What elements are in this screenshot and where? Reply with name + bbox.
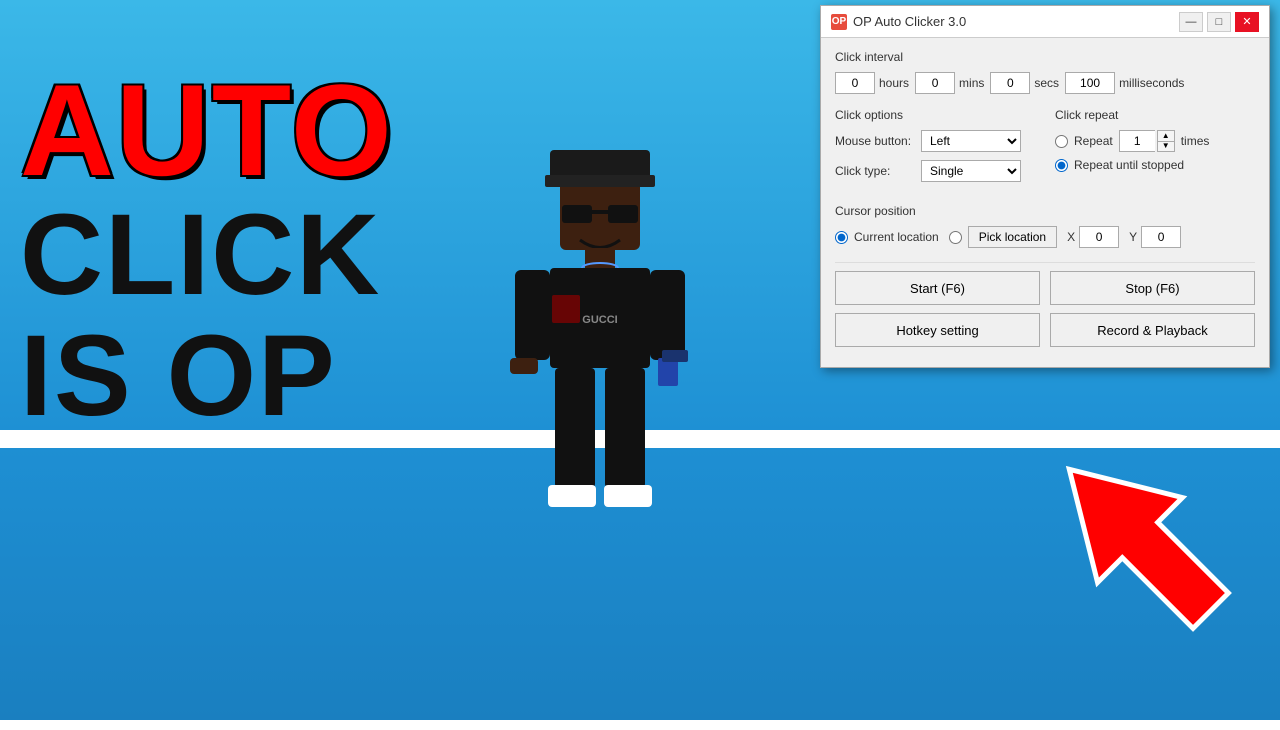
mouse-button-label: Mouse button:: [835, 134, 915, 148]
repeat-until-stopped-row: Repeat until stopped: [1055, 158, 1255, 172]
hours-input[interactable]: [835, 72, 875, 94]
start-button[interactable]: Start (F6): [835, 271, 1040, 305]
interval-row: hours mins secs milliseconds: [835, 72, 1255, 94]
cursor-row: Current location Pick location X Y: [835, 226, 1255, 248]
hotkey-button[interactable]: Hotkey setting: [835, 313, 1040, 347]
current-location-label: Current location: [854, 230, 939, 244]
app-window: OP OP Auto Clicker 3.0 — □ ✕ Click inter…: [820, 5, 1270, 368]
mouse-button-row: Mouse button: Left Right Middle: [835, 130, 1035, 152]
secs-unit: secs: [1034, 76, 1059, 90]
click-is-op-text: CLICK IS OP: [20, 195, 381, 437]
click-interval-label: Click interval: [835, 50, 1255, 64]
times-label: times: [1181, 134, 1210, 148]
svg-text:GUCCI: GUCCI: [582, 314, 617, 326]
repeat-spinner: ▲ ▼: [1119, 130, 1175, 152]
record-button[interactable]: Record & Playback: [1050, 313, 1255, 347]
ms-field: milliseconds: [1065, 72, 1184, 94]
arrow-icon: [1020, 420, 1260, 660]
is-op-text: IS OP: [20, 316, 381, 437]
x-coord-group: X: [1067, 226, 1119, 248]
mins-input[interactable]: [915, 72, 955, 94]
x-label: X: [1067, 230, 1075, 244]
secs-field: secs: [990, 72, 1059, 94]
character-svg: GUCCI: [500, 140, 700, 620]
start-stop-buttons: Start (F6) Stop (F6): [835, 271, 1255, 305]
y-input[interactable]: [1141, 226, 1181, 248]
auto-text: AUTO: [20, 55, 394, 205]
y-coord-group: Y: [1129, 226, 1181, 248]
spinner-buttons: ▲ ▼: [1157, 130, 1175, 152]
divider-1: [835, 262, 1255, 263]
close-button[interactable]: ✕: [1235, 12, 1259, 32]
spinner-down-button[interactable]: ▼: [1158, 142, 1174, 152]
click-type-select[interactable]: Single Double: [921, 160, 1021, 182]
mouse-button-select[interactable]: Left Right Middle: [921, 130, 1021, 152]
pick-location-row: Pick location: [949, 226, 1057, 248]
click-type-label: Click type:: [835, 164, 915, 178]
window-body: Click interval hours mins secs milliseco…: [821, 38, 1269, 367]
title-bar-left: OP OP Auto Clicker 3.0: [831, 14, 966, 30]
options-grid: Click options Mouse button: Left Right M…: [835, 108, 1255, 190]
x-input[interactable]: [1079, 226, 1119, 248]
click-repeat-col: Click repeat Repeat ▲ ▼ times: [1055, 108, 1255, 190]
click-text: CLICK: [20, 195, 381, 316]
mins-unit: mins: [959, 76, 984, 90]
ms-input[interactable]: [1065, 72, 1115, 94]
repeat-until-stopped-radio[interactable]: [1055, 159, 1068, 172]
window-controls: — □ ✕: [1179, 12, 1259, 32]
click-options-label: Click options: [835, 108, 1035, 122]
pick-location-radio[interactable]: [949, 231, 962, 244]
ms-unit: milliseconds: [1119, 76, 1184, 90]
click-type-row: Click type: Single Double: [835, 160, 1035, 182]
hotkey-record-buttons: Hotkey setting Record & Playback: [835, 313, 1255, 347]
hours-unit: hours: [879, 76, 909, 90]
mins-field: mins: [915, 72, 984, 94]
repeat-radio-group: Repeat ▲ ▼ times Repeat until stopped: [1055, 130, 1255, 172]
character-area: GUCCI: [390, 30, 810, 730]
repeat-value-input[interactable]: [1119, 130, 1155, 152]
repeat-until-stopped-label: Repeat until stopped: [1074, 158, 1184, 172]
secs-input[interactable]: [990, 72, 1030, 94]
current-location-row: Current location: [835, 230, 939, 244]
repeat-label: Repeat: [1074, 134, 1113, 148]
cursor-position-section: Cursor position Current location Pick lo…: [835, 204, 1255, 248]
current-location-radio[interactable]: [835, 231, 848, 244]
title-bar: OP OP Auto Clicker 3.0 — □ ✕: [821, 6, 1269, 38]
click-options-col: Click options Mouse button: Left Right M…: [835, 108, 1035, 190]
repeat-radio[interactable]: [1055, 135, 1068, 148]
repeat-times-row: Repeat ▲ ▼ times: [1055, 130, 1255, 152]
minimize-button[interactable]: —: [1179, 12, 1203, 32]
stop-button[interactable]: Stop (F6): [1050, 271, 1255, 305]
cursor-position-label: Cursor position: [835, 204, 1255, 218]
spinner-up-button[interactable]: ▲: [1158, 131, 1174, 142]
app-icon: OP: [831, 14, 847, 30]
click-repeat-label: Click repeat: [1055, 108, 1255, 122]
hours-field: hours: [835, 72, 909, 94]
maximize-button[interactable]: □: [1207, 12, 1231, 32]
window-title: OP Auto Clicker 3.0: [853, 14, 966, 29]
pick-location-button[interactable]: Pick location: [968, 226, 1057, 248]
y-label: Y: [1129, 230, 1137, 244]
